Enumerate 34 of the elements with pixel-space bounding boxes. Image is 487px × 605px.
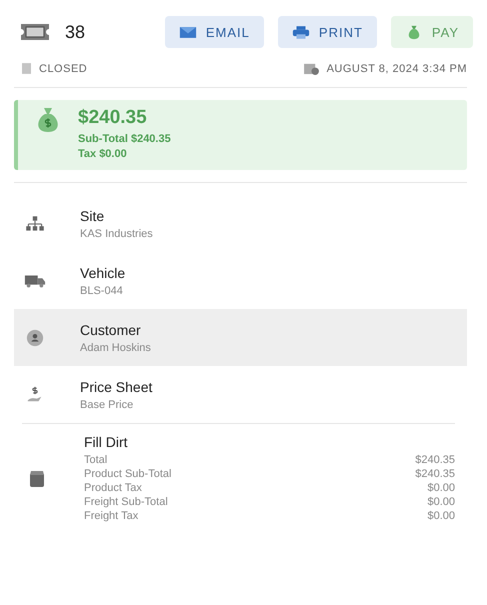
line-label: Freight Sub-Total bbox=[84, 495, 168, 509]
detail-label: Site bbox=[80, 208, 106, 224]
print-button[interactable]: PRINT bbox=[278, 16, 377, 48]
detail-value: KAS Industries bbox=[80, 228, 153, 240]
line-label: Total bbox=[84, 453, 108, 467]
detail-label: Customer bbox=[80, 322, 142, 338]
ticket-status: CLOSED bbox=[39, 62, 88, 74]
line-amount: $240.35 bbox=[415, 467, 455, 481]
person-icon bbox=[24, 328, 46, 346]
detail-value: Adam Hoskins bbox=[80, 342, 151, 354]
detail-label: Vehicle bbox=[80, 264, 126, 280]
printer-icon bbox=[292, 24, 310, 40]
envelope-icon bbox=[178, 24, 197, 40]
detail-label: Price Sheet bbox=[80, 378, 152, 394]
ticket-number: 38 bbox=[65, 22, 86, 42]
line-label: Product Tax bbox=[84, 481, 142, 495]
line-label: Freight Tax bbox=[84, 509, 138, 523]
product-name: Fill Dirt bbox=[84, 434, 129, 450]
line-amount: $240.35 bbox=[415, 453, 455, 467]
line-amount: $0.00 bbox=[427, 495, 455, 509]
box-icon bbox=[28, 470, 46, 486]
line-amount: $0.00 bbox=[427, 481, 455, 495]
line-amount: $0.00 bbox=[427, 509, 455, 523]
subtotal-text: Sub-Total $240.35 bbox=[78, 132, 171, 147]
tax-text: Tax $0.00 bbox=[78, 147, 128, 162]
ticket-icon bbox=[19, 22, 51, 42]
detail-value: Base Price bbox=[80, 398, 134, 410]
total-amount: $240.35 bbox=[78, 107, 148, 129]
email-button[interactable]: EMAIL bbox=[164, 16, 264, 48]
line-label: Product Sub-Total bbox=[84, 467, 172, 481]
detail-item[interactable]: Customer Adam Hoskins bbox=[14, 309, 467, 366]
detail-value: BLS-044 bbox=[80, 284, 124, 296]
hierarchy-icon bbox=[24, 214, 46, 232]
ticket-date: AUGUST 8, 2024 3:34 PM bbox=[326, 62, 467, 74]
